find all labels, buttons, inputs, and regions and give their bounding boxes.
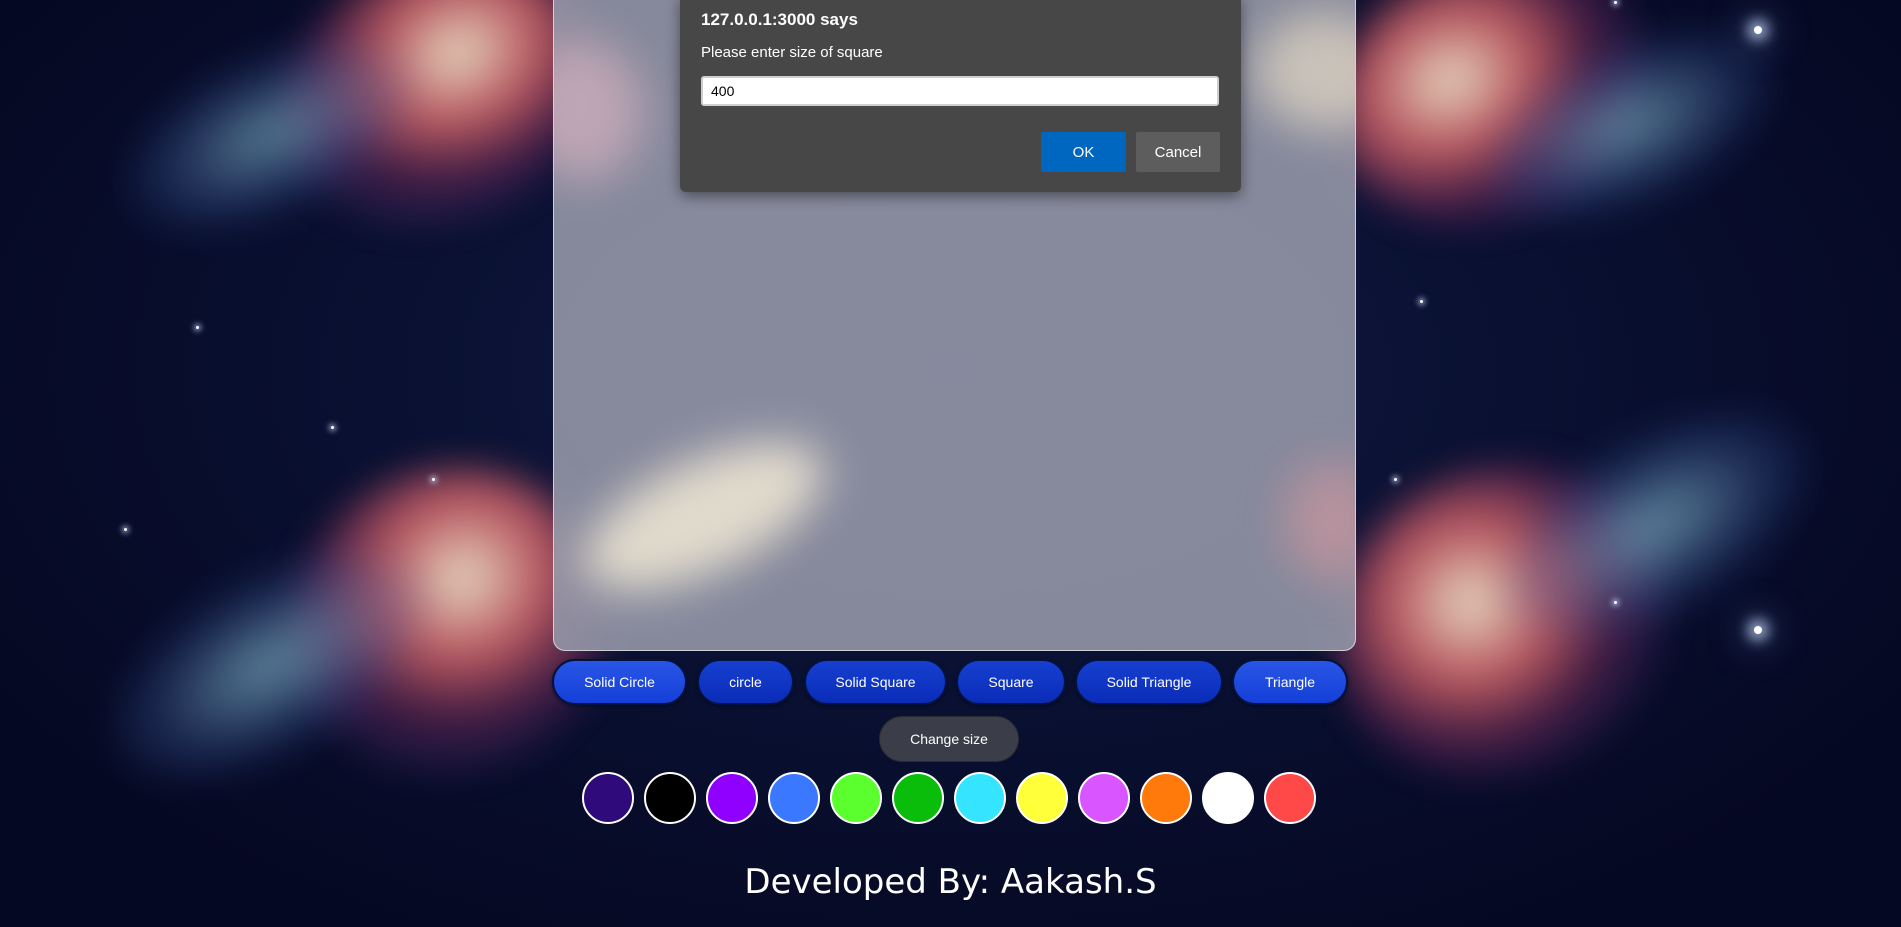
dialog-title: 127.0.0.1:3000 says: [701, 10, 858, 29]
solid-square-button[interactable]: Solid Square: [804, 659, 947, 705]
size-input[interactable]: [701, 76, 1219, 106]
color-swatch-black[interactable]: [644, 772, 696, 824]
triangle-button[interactable]: Triangle: [1232, 659, 1348, 705]
color-swatch-lime[interactable]: [830, 772, 882, 824]
star: [331, 426, 334, 429]
star: [1614, 1, 1617, 4]
cancel-button[interactable]: Cancel: [1136, 132, 1220, 172]
star: [1754, 26, 1762, 34]
canvas-reflection: [1254, 11, 1355, 131]
star: [124, 528, 127, 531]
color-swatch-orange[interactable]: [1140, 772, 1192, 824]
color-swatch-indigo[interactable]: [582, 772, 634, 824]
star: [1754, 626, 1762, 634]
color-swatch-yellow[interactable]: [1016, 772, 1068, 824]
color-swatch-red[interactable]: [1264, 772, 1316, 824]
ok-button[interactable]: OK: [1041, 132, 1126, 172]
dialog-message: Please enter size of square: [701, 44, 883, 61]
canvas-reflection: [554, 41, 644, 181]
star: [1394, 478, 1397, 481]
star: [432, 478, 435, 481]
canvas-reflection: [562, 411, 846, 621]
square-button[interactable]: Square: [956, 659, 1066, 705]
color-swatch-green[interactable]: [892, 772, 944, 824]
color-swatch-magenta[interactable]: [1078, 772, 1130, 824]
star: [1614, 601, 1617, 604]
color-swatch-violet[interactable]: [706, 772, 758, 824]
star: [1420, 300, 1423, 303]
color-swatch-cyan[interactable]: [954, 772, 1006, 824]
canvas-reflection: [1284, 461, 1355, 581]
change-size-button[interactable]: Change size: [879, 716, 1019, 762]
solid-circle-button[interactable]: Solid Circle: [552, 659, 687, 705]
star: [196, 326, 199, 329]
prompt-dialog: 127.0.0.1:3000 says Please enter size of…: [680, 0, 1241, 192]
color-swatch-white[interactable]: [1202, 772, 1254, 824]
circle-button[interactable]: circle: [697, 659, 794, 705]
developer-credit: Developed By: Aakash.S: [744, 862, 1157, 902]
color-swatch-blue[interactable]: [768, 772, 820, 824]
solid-triangle-button[interactable]: Solid Triangle: [1075, 659, 1223, 705]
